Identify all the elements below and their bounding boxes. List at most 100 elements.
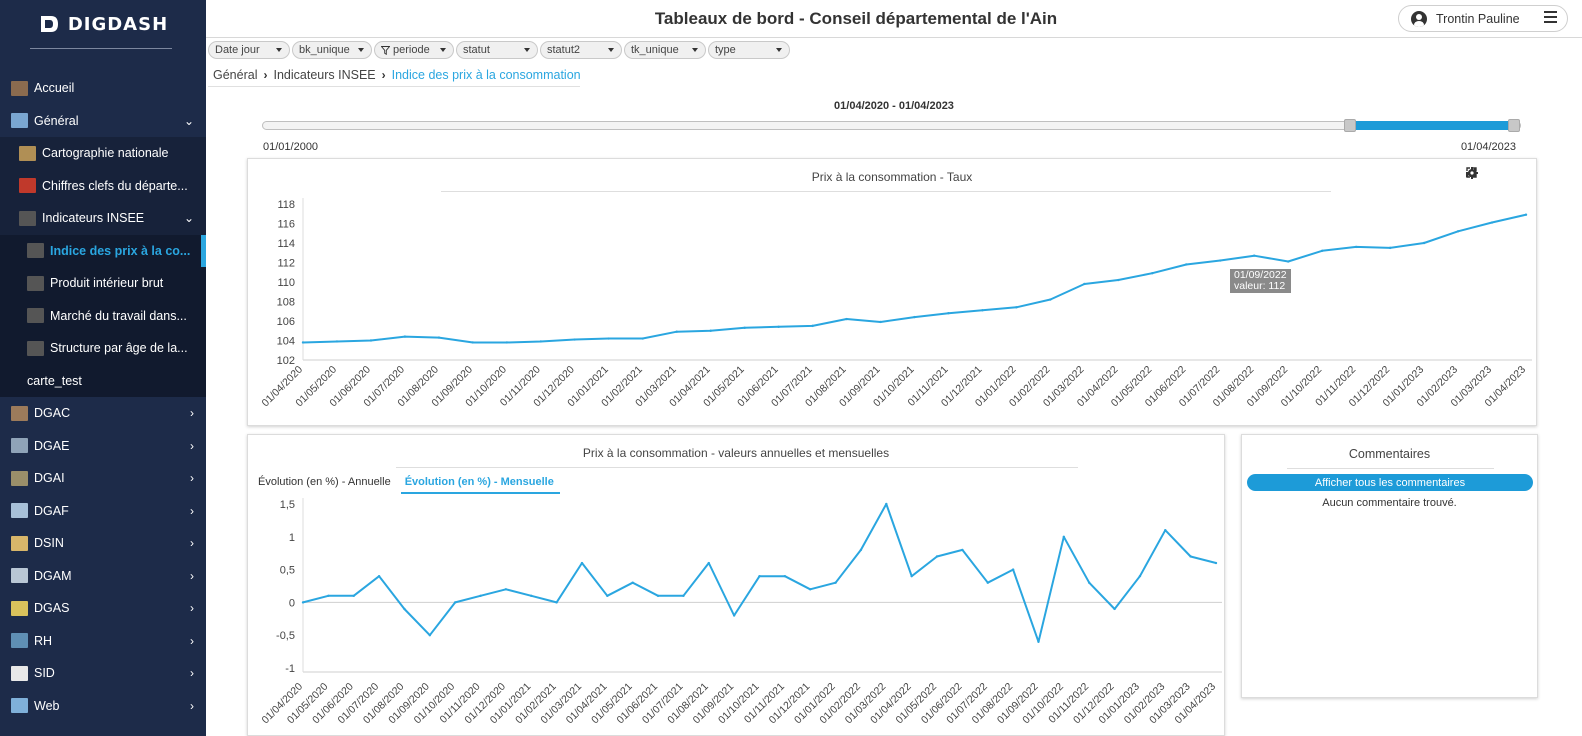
data-point bbox=[580, 561, 584, 565]
insee-icon bbox=[27, 275, 44, 291]
logo[interactable]: DIGDASH bbox=[0, 0, 206, 48]
breadcrumb-divider bbox=[208, 86, 580, 87]
sidebar-item[interactable]: DGAS › bbox=[0, 592, 206, 625]
sidebar-item[interactable]: Produit intérieur brut bbox=[0, 267, 206, 300]
dgae-icon bbox=[11, 438, 28, 454]
breadcrumb-item-current[interactable]: Indice des prix à la consommation bbox=[392, 68, 581, 82]
filter-dropdown[interactable]: statut2 bbox=[540, 41, 622, 59]
data-point bbox=[1422, 241, 1426, 245]
filter-dropdown[interactable]: periode bbox=[374, 41, 454, 59]
sidebar-item[interactable]: DSIN › bbox=[0, 527, 206, 560]
sidebar-item[interactable]: DGAI › bbox=[0, 462, 206, 495]
user-menu-button[interactable]: Trontin Pauline bbox=[1398, 5, 1568, 32]
sidebar-item[interactable]: Structure par âge de la... bbox=[0, 332, 206, 365]
data-point bbox=[1037, 640, 1040, 643]
chevron-right-icon[interactable]: › bbox=[190, 601, 194, 615]
evolution-line-chart[interactable]: -1-0,500,511,501/04/202001/05/202001/06/… bbox=[248, 435, 1226, 736]
y-tick-label: 104 bbox=[277, 336, 295, 348]
sidebar-item-label: Web bbox=[34, 698, 60, 713]
data-point bbox=[885, 502, 888, 506]
data-point bbox=[1214, 561, 1218, 565]
chevron-down-icon[interactable]: ⌄ bbox=[184, 114, 194, 128]
filter-dropdown[interactable]: Date jour bbox=[208, 41, 290, 59]
data-point bbox=[352, 594, 355, 598]
sidebar-item[interactable]: Cartographie nationale bbox=[0, 137, 206, 170]
data-point bbox=[1049, 298, 1052, 301]
breadcrumb-item-indicateurs[interactable]: Indicateurs INSEE bbox=[273, 68, 375, 82]
sidebar-item[interactable]: Web › bbox=[0, 690, 206, 723]
caret-down-icon bbox=[692, 48, 698, 52]
date-range-max: 01/04/2023 bbox=[1460, 141, 1516, 153]
filter-label: type bbox=[715, 44, 736, 56]
chevron-right-icon[interactable]: › bbox=[190, 536, 194, 550]
header: Tableaux de bord - Conseil départemental… bbox=[206, 0, 1582, 38]
page-title: Tableaux de bord - Conseil départemental… bbox=[654, 9, 1058, 28]
sidebar-item-label: SID bbox=[34, 666, 55, 681]
sidebar-item[interactable]: RH › bbox=[0, 625, 206, 658]
dgam-icon bbox=[11, 568, 28, 584]
data-point bbox=[758, 574, 761, 578]
sidebar: DIGDASH Accueil Général ⌄ Cartographie nati… bbox=[0, 0, 206, 736]
filter-dropdown[interactable]: bk_unique bbox=[292, 41, 372, 59]
chevron-down-icon[interactable]: ⌄ bbox=[184, 211, 194, 225]
web-icon bbox=[11, 698, 28, 714]
date-range-slider[interactable] bbox=[262, 119, 1521, 132]
chevron-right-icon[interactable]: › bbox=[190, 569, 194, 583]
sid-icon bbox=[11, 665, 28, 681]
digdash-logo-icon bbox=[40, 16, 58, 32]
hamburger-menu-icon[interactable] bbox=[1544, 11, 1557, 23]
data-point bbox=[707, 561, 710, 565]
sidebar-item-label: DGAI bbox=[34, 471, 65, 486]
chevron-right-icon[interactable]: › bbox=[190, 699, 194, 713]
filter-dropdown[interactable]: statut bbox=[456, 41, 538, 59]
data-point bbox=[682, 594, 685, 598]
chevron-right-icon[interactable]: › bbox=[190, 634, 194, 648]
sidebar-item[interactable]: DGAE › bbox=[0, 430, 206, 463]
chevron-right-icon[interactable]: › bbox=[190, 666, 194, 680]
filter-label: Date jour bbox=[215, 44, 260, 56]
filter-dropdown[interactable]: type bbox=[708, 41, 790, 59]
data-point bbox=[631, 581, 634, 584]
sidebar-item[interactable]: SID › bbox=[0, 657, 206, 690]
breadcrumb: Général › Indicateurs INSEE › Indice des… bbox=[213, 68, 581, 82]
data-point bbox=[1189, 555, 1192, 558]
data-point bbox=[1320, 249, 1324, 252]
sidebar-item[interactable]: Marché du travail dans... bbox=[0, 299, 206, 332]
sidebar-item-label: DSIN bbox=[34, 536, 64, 551]
show-all-comments-button[interactable]: Afficher tous les commentaires bbox=[1247, 474, 1533, 491]
map-image-icon bbox=[19, 145, 36, 161]
sidebar-item[interactable]: Indicateurs INSEE ⌄ bbox=[0, 202, 206, 235]
filter-label: periode bbox=[393, 44, 430, 56]
dgas-icon bbox=[11, 600, 28, 616]
data-point bbox=[656, 594, 660, 598]
data-point bbox=[879, 320, 882, 324]
logo-text: DIGDASH bbox=[67, 13, 169, 35]
sidebar-item[interactable]: DGAC › bbox=[0, 397, 206, 430]
breadcrumb-item-general[interactable]: Général bbox=[213, 68, 257, 82]
data-point bbox=[1354, 245, 1358, 249]
data-point bbox=[859, 548, 863, 552]
chevron-right-icon[interactable]: › bbox=[190, 439, 194, 453]
data-point bbox=[1015, 306, 1018, 309]
chevron-right-icon[interactable]: › bbox=[190, 504, 194, 518]
chevron-right-icon[interactable]: › bbox=[190, 406, 194, 420]
sidebar-item[interactable]: Chiffres clefs du départe... bbox=[0, 169, 206, 202]
sidebar-item[interactable]: Général ⌄ bbox=[0, 105, 206, 138]
date-range-label: 01/04/2020 - 01/04/2023 bbox=[834, 100, 954, 112]
sidebar-item[interactable]: Accueil bbox=[0, 72, 206, 105]
data-point bbox=[1151, 272, 1154, 275]
breadcrumb-separator-icon: › bbox=[381, 68, 386, 82]
sidebar-item[interactable]: carte_test bbox=[0, 364, 206, 397]
date-range-start-handle[interactable] bbox=[1344, 119, 1357, 132]
y-tick-label: -0,5 bbox=[276, 630, 295, 642]
sidebar-item[interactable]: DGAM › bbox=[0, 560, 206, 593]
taux-line-chart[interactable]: 10210410610811011211411611801/04/202001/… bbox=[248, 159, 1538, 427]
funnel-icon bbox=[381, 45, 390, 55]
sidebar-item[interactable]: DGAF › bbox=[0, 495, 206, 528]
sidebar-item[interactable]: Indice des prix à la co... bbox=[0, 234, 206, 267]
date-range-end-handle[interactable] bbox=[1508, 119, 1520, 132]
insee-icon bbox=[27, 243, 44, 259]
data-point bbox=[403, 607, 406, 611]
chevron-right-icon[interactable]: › bbox=[190, 471, 194, 485]
filter-dropdown[interactable]: tk_unique bbox=[624, 41, 706, 59]
